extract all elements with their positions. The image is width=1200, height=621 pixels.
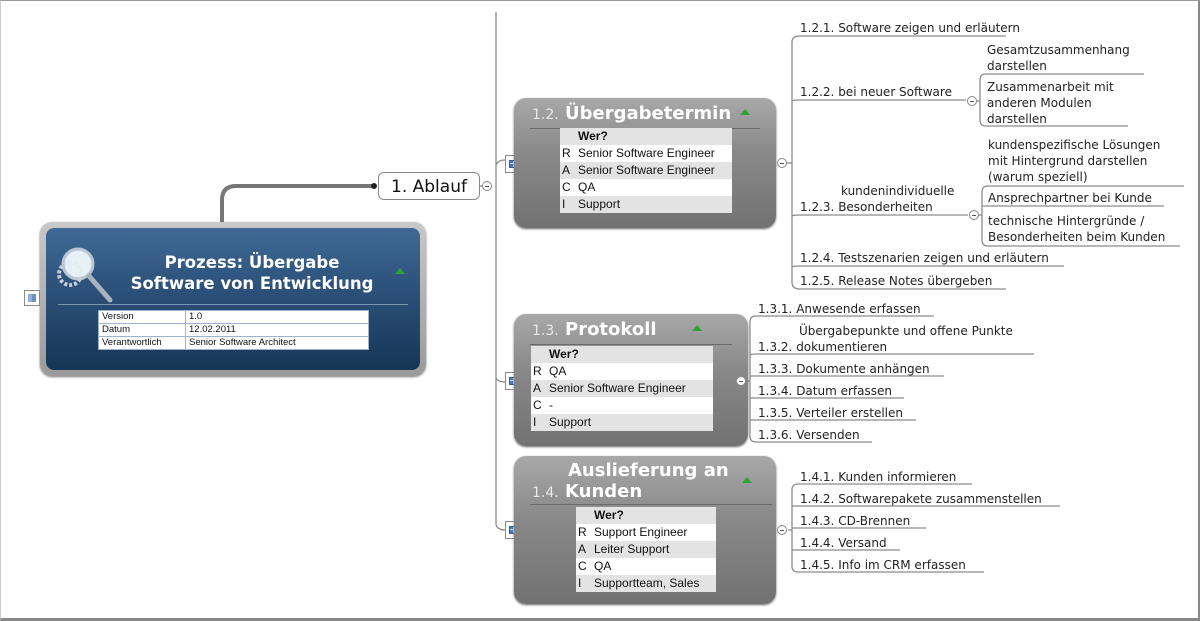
table-row: Datum 12.02.2011	[98, 323, 369, 337]
topic-1-2-4[interactable]: 1.2.4. Testszenarien zeigen und erläuter…	[800, 250, 1049, 266]
attach-dot	[371, 183, 377, 189]
table-row: A Senior Software Engineer	[531, 380, 713, 397]
topic-1-2-3[interactable]: kundenindividuelle 1.2.3. Besonderheiten	[800, 183, 954, 215]
table-row: R Support Engineer	[576, 524, 716, 541]
subtopic-auslieferung[interactable]: Auslieferung an 1.4. Kunden Wer? R Suppor…	[514, 456, 776, 604]
topic-number: 1.3.	[532, 323, 559, 339]
collapse-marker-icon[interactable]	[692, 325, 702, 331]
table-row: I Supportteam, Sales	[576, 575, 716, 592]
root-properties-table: Version 1.0 Datum 12.02.2011 Verantwortlic…	[98, 310, 369, 350]
table-row: C QA	[560, 179, 732, 196]
topic-1-2-5[interactable]: 1.2.5. Release Notes übergeben	[800, 273, 992, 289]
topic-1-4-2[interactable]: 1.4.2. Softwarepakete zusammenstellen	[800, 491, 1042, 507]
table-row: Verantwortlich Senior Software Architect	[98, 336, 369, 350]
collapse-marker-icon[interactable]	[740, 109, 750, 115]
table-row: Wer?	[531, 346, 713, 363]
table-row: C QA	[576, 558, 716, 575]
divider	[58, 304, 408, 305]
topic-title: Auslieferung an	[568, 460, 729, 481]
raci-table: Wer? R Support Engineer A Leiter Support C…	[576, 507, 716, 592]
topic-1-3-5[interactable]: 1.3.5. Verteiler erstellen	[758, 405, 903, 421]
collapse-toggle[interactable]	[736, 376, 746, 386]
divider	[530, 504, 772, 505]
topic-1-3-3[interactable]: 1.3.3. Dokumente anhängen	[758, 361, 930, 377]
table-row: I Support	[560, 196, 732, 213]
table-row: R QA	[531, 363, 713, 380]
note-icon[interactable]	[24, 290, 40, 306]
topic-ansprechpartner[interactable]: Ansprechpartner bei Kunde	[988, 190, 1152, 206]
topic-1-4-5[interactable]: 1.4.5. Info im CRM erfassen	[800, 557, 966, 573]
root-title: Prozess: Übergabe Software von Entwicklu…	[130, 253, 374, 293]
topic-number: 1.2.	[532, 107, 559, 123]
main-topic-ablauf[interactable]: 1. Ablauf	[378, 172, 480, 200]
collapse-marker-icon[interactable]	[395, 268, 405, 274]
collapse-toggle[interactable]	[967, 96, 977, 106]
topic-1-2-1[interactable]: 1.2.1. Software zeigen und erläutern	[800, 20, 1020, 36]
topic-1-4-1[interactable]: 1.4.1. Kunden informieren	[800, 469, 956, 485]
table-row: Version 1.0	[98, 310, 369, 324]
raci-table: Wer? R QA A Senior Software Engineer C- IS…	[531, 346, 713, 431]
collapse-toggle[interactable]	[777, 158, 787, 168]
collapse-toggle[interactable]	[777, 525, 787, 535]
collapse-marker-icon[interactable]	[742, 477, 752, 483]
table-row: R Senior Software Engineer	[560, 145, 732, 162]
topic-1-3-6[interactable]: 1.3.6. Versenden	[758, 427, 860, 443]
table-row: A Senior Software Engineer	[560, 162, 732, 179]
subtopic-protokoll[interactable]: 1.3. Protokoll Wer? R QA A Senior Software…	[514, 314, 748, 446]
topic-1-3-1[interactable]: 1.3.1. Anwesende erfassen	[758, 301, 921, 317]
topic-1-4-4[interactable]: 1.4.4. Versand	[800, 535, 887, 551]
table-row: I Support	[531, 414, 713, 431]
magnifier-gear-icon	[57, 247, 113, 303]
topic-1-3-4[interactable]: 1.3.4. Datum erfassen	[758, 383, 892, 399]
table-row: C-	[531, 397, 713, 414]
table-row: A Leiter Support	[576, 541, 716, 558]
topic-gesamtzusammenhang[interactable]: Gesamtzusammenhang darstellen	[987, 42, 1130, 74]
root-node[interactable]: Prozess: Übergabe Software von Entwicklu…	[40, 222, 426, 376]
topic-number: 1.4.	[532, 485, 559, 501]
topic-title: Protokoll	[565, 319, 657, 340]
table-row: Wer?	[576, 507, 716, 524]
collapse-toggle[interactable]	[969, 210, 979, 220]
topic-1-3-2[interactable]: Übergabepunkte und offene Punkte 1.3.2. …	[758, 323, 1013, 355]
collapse-toggle-ablauf[interactable]	[482, 181, 492, 191]
topic-title: Übergabetermin	[565, 103, 732, 124]
topic-1-4-3[interactable]: 1.4.3. CD-Brennen	[800, 513, 910, 529]
subtopic-uebergabetermin[interactable]: 1.2. Übergabetermin Wer? R Senior Softwar…	[514, 98, 776, 228]
table-row: Wer?	[560, 128, 732, 145]
topic-technische-hintergruende[interactable]: technische Hintergründe / Besonderheiten …	[988, 213, 1165, 245]
topic-kundenspezifische-loesungen[interactable]: kundenspezifische Lösungen mit Hintergrun…	[988, 137, 1160, 185]
topic-1-2-2[interactable]: 1.2.2. bei neuer Software	[800, 84, 952, 100]
divider	[530, 344, 732, 345]
topic-zusammenarbeit[interactable]: Zusammenarbeit mit anderen Modulen darstel…	[987, 79, 1114, 127]
raci-table: Wer? R Senior Software Engineer A Senior S…	[560, 128, 732, 213]
